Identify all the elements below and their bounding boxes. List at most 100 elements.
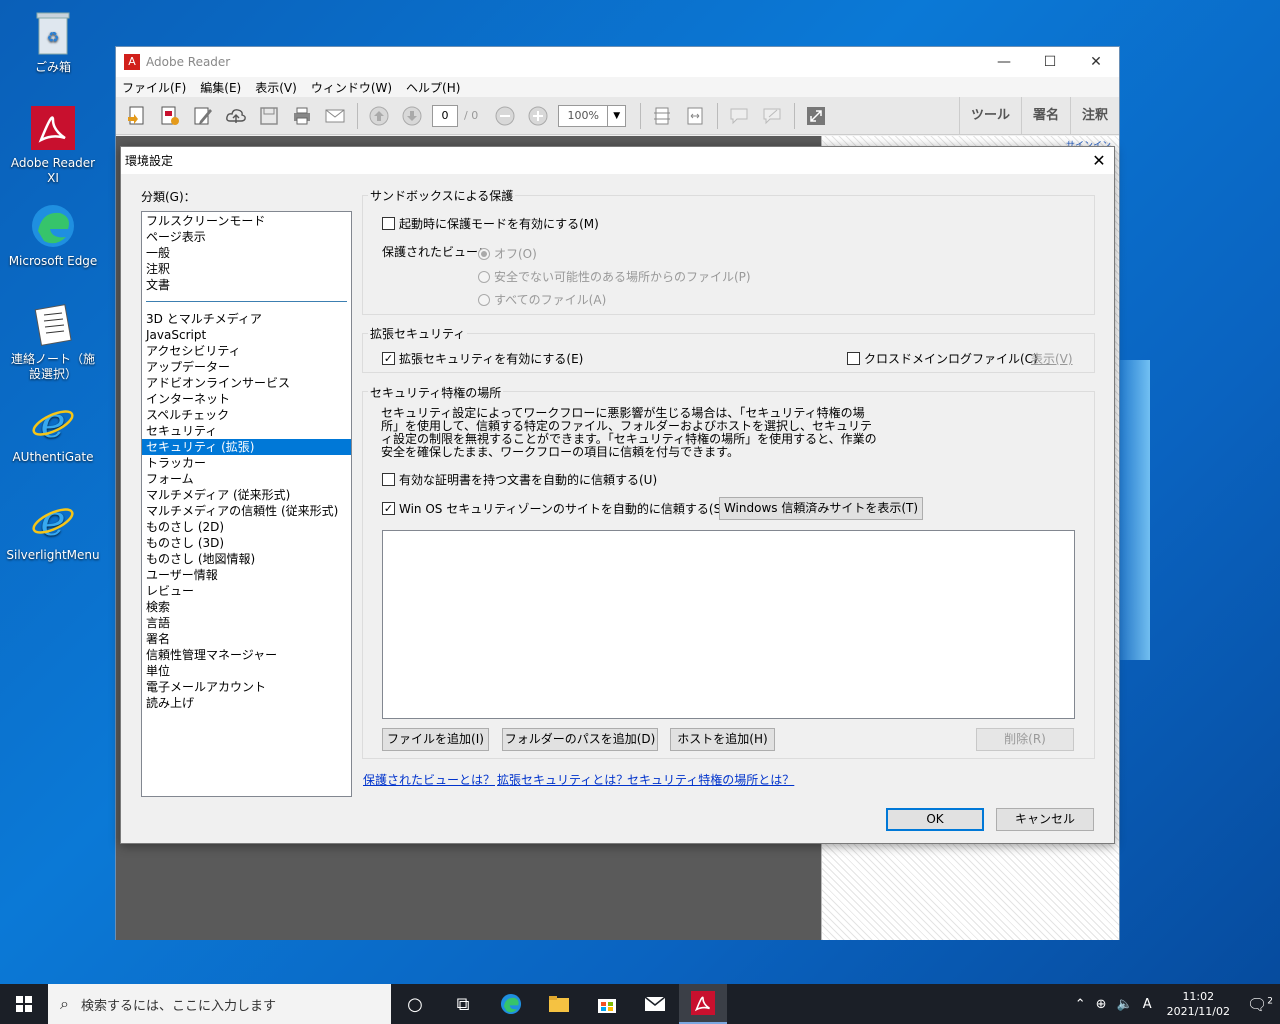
trust-zone-checkbox[interactable]: ✓ Win OS セキュリティゾーンのサイトを自動的に信頼する(S): [382, 500, 726, 517]
category-item[interactable]: インターネット: [142, 391, 351, 407]
close-icon[interactable]: ✕: [1084, 151, 1114, 170]
crossdomain-log-checkbox[interactable]: クロスドメインログファイル(C): [847, 350, 1038, 367]
sign-button[interactable]: 署名: [1020, 97, 1070, 135]
zoom-select[interactable]: 100% ▼: [558, 104, 627, 127]
edge-icon[interactable]: [487, 984, 535, 1024]
file-explorer-icon[interactable]: [535, 984, 583, 1024]
desktop-icon-adobe-reader[interactable]: Adobe Reader XI: [6, 104, 100, 186]
export-pdf-icon[interactable]: [157, 103, 183, 129]
category-item[interactable]: アドビオンラインサービス: [142, 375, 351, 391]
category-item[interactable]: 読み上げ: [142, 695, 351, 711]
dialog-titlebar[interactable]: 環境設定 ✕: [121, 147, 1114, 174]
radio-unsafe-locations[interactable]: 安全でない可能性のある場所からのファイル(P): [478, 268, 751, 285]
minimize-icon[interactable]: —: [981, 54, 1027, 70]
category-item[interactable]: ものさし (3D): [142, 535, 351, 551]
page-number-input[interactable]: 0: [432, 104, 458, 127]
chevron-up-icon[interactable]: ⌃: [1075, 997, 1086, 1012]
category-item[interactable]: 言語: [142, 615, 351, 631]
close-icon[interactable]: ✕: [1073, 54, 1119, 70]
mail-icon[interactable]: [322, 103, 348, 129]
view-log-link[interactable]: 表示(V): [1031, 350, 1073, 367]
trust-certified-checkbox[interactable]: 有効な証明書を持つ文書を自動的に信頼する(U): [382, 471, 657, 488]
category-item[interactable]: 注釈: [142, 261, 351, 277]
volume-icon[interactable]: 🔈: [1117, 997, 1133, 1012]
category-item[interactable]: フォーム: [142, 471, 351, 487]
desktop-icon-silverlightmenu[interactable]: e SilverlightMenu: [6, 496, 100, 563]
category-item[interactable]: ページ表示: [142, 229, 351, 245]
adobe-reader-taskbar-icon[interactable]: [679, 984, 727, 1024]
task-view-icon[interactable]: ⧉: [439, 984, 487, 1024]
menu-help[interactable]: ヘルプ(H): [406, 79, 460, 96]
full-screen-icon[interactable]: [803, 103, 829, 129]
category-item[interactable]: 3D とマルチメディア: [142, 311, 351, 327]
category-item[interactable]: フルスクリーンモード: [142, 213, 351, 229]
category-item[interactable]: マルチメディア (従来形式): [142, 487, 351, 503]
comment-button[interactable]: 注釈: [1069, 97, 1119, 135]
enhanced-security-checkbox[interactable]: ✓ 拡張セキュリティを有効にする(E): [382, 350, 583, 367]
category-item[interactable]: 署名: [142, 631, 351, 647]
protected-view-help-link[interactable]: 保護されたビューとは？: [363, 771, 495, 788]
category-item[interactable]: 一般: [142, 245, 351, 261]
privileged-locations-list[interactable]: [382, 530, 1075, 719]
category-item[interactable]: 電子メールアカウント: [142, 679, 351, 695]
category-item[interactable]: 検索: [142, 599, 351, 615]
menu-window[interactable]: ウィンドウ(W): [311, 79, 392, 96]
previous-page-icon[interactable]: [366, 103, 392, 129]
category-item[interactable]: トラッカー: [142, 455, 351, 471]
show-trusted-sites-button[interactable]: Windows 信頼済みサイトを表示(T): [719, 497, 923, 520]
desktop-icon-renraku-note[interactable]: 連絡ノート（施設選択）: [6, 300, 100, 382]
comment-icon[interactable]: [726, 103, 752, 129]
notification-icon[interactable]: 🗨2: [1240, 995, 1280, 1014]
category-item[interactable]: セキュリティ: [142, 423, 351, 439]
create-pdf-icon[interactable]: [124, 103, 150, 129]
fit-page-icon[interactable]: [649, 103, 675, 129]
sign-icon[interactable]: [759, 103, 785, 129]
fit-width-icon[interactable]: [682, 103, 708, 129]
category-item[interactable]: 信頼性管理マネージャー: [142, 647, 351, 663]
remove-button[interactable]: 削除(R): [976, 728, 1074, 751]
save-icon[interactable]: [256, 103, 282, 129]
next-page-icon[interactable]: [399, 103, 425, 129]
taskbar-search-box[interactable]: ⌕ 検索するには、ここに入力します: [48, 984, 391, 1024]
ime-indicator[interactable]: A: [1143, 997, 1152, 1012]
edit-pdf-icon[interactable]: [190, 103, 216, 129]
radio-off[interactable]: オフ(O): [478, 245, 537, 262]
cortana-icon[interactable]: ○: [391, 984, 439, 1024]
category-item[interactable]: ものさし (2D): [142, 519, 351, 535]
category-item[interactable]: JavaScript: [142, 327, 351, 343]
add-folder-path-button[interactable]: フォルダーのパスを追加(D): [502, 728, 658, 751]
reader-titlebar[interactable]: A Adobe Reader — ☐ ✕: [116, 47, 1119, 77]
category-item[interactable]: スペルチェック: [142, 407, 351, 423]
category-item-selected[interactable]: セキュリティ (拡張): [142, 439, 351, 455]
ok-button[interactable]: OK: [886, 808, 984, 831]
add-host-button[interactable]: ホストを追加(H): [670, 728, 775, 751]
store-icon[interactable]: [583, 984, 631, 1024]
category-item[interactable]: 単位: [142, 663, 351, 679]
desktop-icon-recycle-bin[interactable]: ♻ ごみ箱: [6, 8, 100, 75]
windows-start-icon[interactable]: [0, 984, 48, 1024]
desktop-icon-authentigate[interactable]: e AUthentiGate: [6, 398, 100, 465]
category-item[interactable]: 文書: [142, 277, 351, 293]
desktop-icon-microsoft-edge[interactable]: Microsoft Edge: [6, 202, 100, 269]
zoom-out-icon[interactable]: [492, 103, 518, 129]
cancel-button[interactable]: キャンセル: [996, 808, 1094, 831]
category-item[interactable]: マルチメディアの信頼性 (従来形式): [142, 503, 351, 519]
print-icon[interactable]: [289, 103, 315, 129]
radio-all-files[interactable]: すべてのファイル(A): [478, 291, 606, 308]
category-item[interactable]: レビュー: [142, 583, 351, 599]
clock[interactable]: 11:02 2021/11/02: [1167, 989, 1230, 1019]
network-icon[interactable]: ⊕: [1096, 997, 1107, 1012]
cloud-upload-icon[interactable]: [223, 103, 249, 129]
maximize-icon[interactable]: ☐: [1027, 54, 1073, 70]
menu-view[interactable]: 表示(V): [255, 79, 297, 96]
add-file-button[interactable]: ファイルを追加(I): [382, 728, 489, 751]
enhanced-security-help-link[interactable]: 拡張セキュリティとは？: [497, 771, 628, 788]
menu-edit[interactable]: 編集(E): [200, 79, 241, 96]
zoom-in-icon[interactable]: [525, 103, 551, 129]
category-item[interactable]: ユーザー情報: [142, 567, 351, 583]
protected-mode-checkbox[interactable]: 起動時に保護モードを有効にする(M): [382, 215, 599, 232]
category-item[interactable]: ものさし (地図情報): [142, 551, 351, 567]
menu-file[interactable]: ファイル(F): [122, 79, 186, 96]
mail-icon[interactable]: [631, 984, 679, 1024]
privileged-locations-help-link[interactable]: セキュリティ特権の場所とは？: [627, 771, 794, 788]
